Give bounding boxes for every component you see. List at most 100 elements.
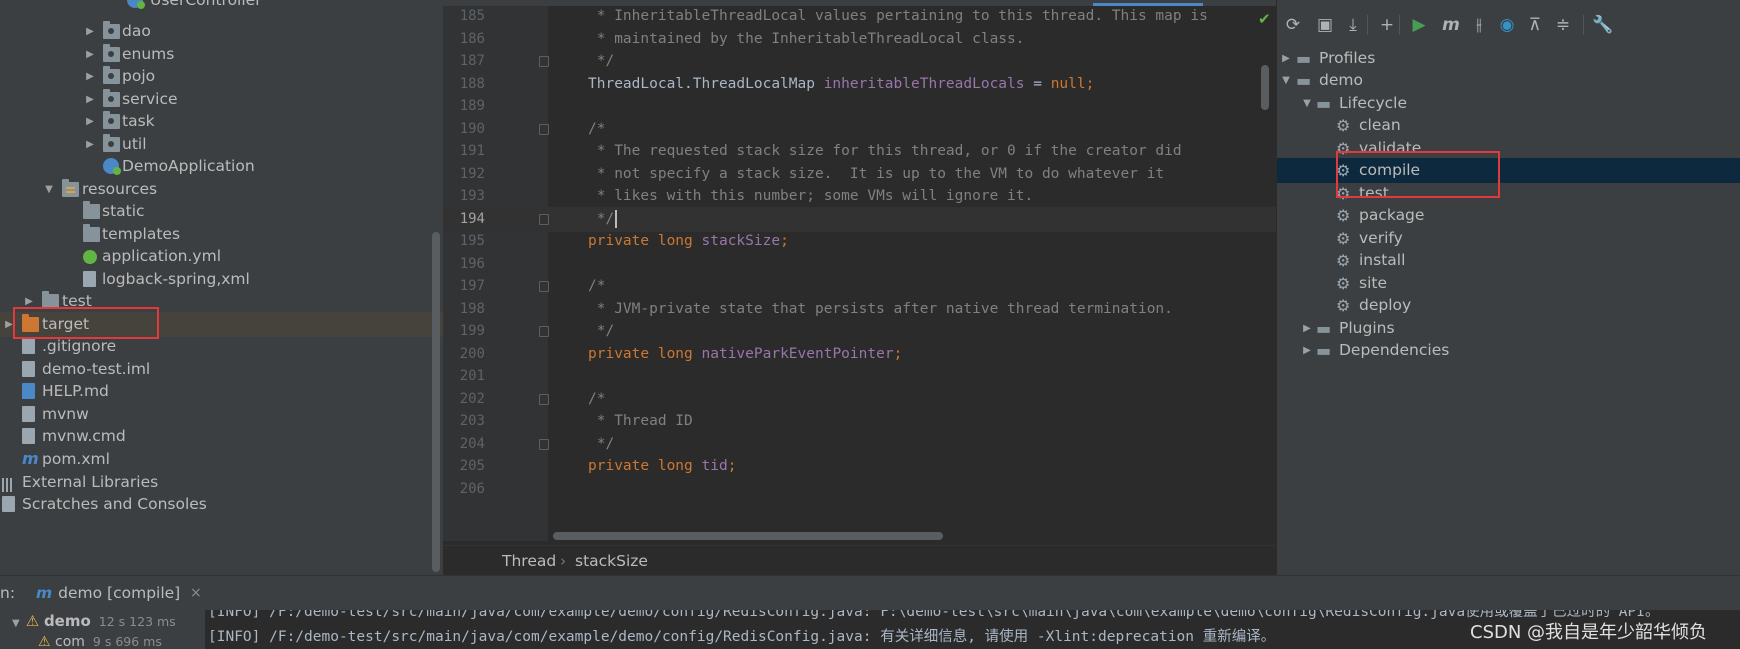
build-tree-child[interactable]: ⚠ com 9 s 696 ms [38, 634, 162, 649]
generate-sources-icon[interactable]: ▣ [1311, 10, 1339, 40]
code-line[interactable]: 186 * maintained by the InheritableThrea… [443, 27, 1276, 52]
tree-item-pojo[interactable]: ▶ pojo [0, 64, 443, 89]
project-scrollbar[interactable] [432, 232, 440, 572]
maven-item-demo[interactable]: ▼ ▬ demo [1277, 68, 1740, 93]
editor-vertical-scrollbar[interactable] [1261, 65, 1269, 110]
run-build-tree: ▼ ⚠ demo 12 s 123 ms ⚠ com 9 s 696 ms [0, 610, 205, 649]
project-panel: UserController ▶ dao ▶ enums ▶ pojo ▶ service ▶ ta… [0, 0, 443, 575]
line-number: 190 [459, 120, 485, 137]
code-line[interactable]: 190 /* [443, 117, 1276, 142]
code-line[interactable]: 194 */ [443, 206, 1276, 232]
fold-marker-icon[interactable] [539, 56, 549, 67]
tree-item-test[interactable]: ▶ test [0, 289, 443, 314]
tree-item-pom-xml[interactable]: m pom.xml [0, 447, 443, 472]
add-icon[interactable]: + [1373, 10, 1401, 40]
tree-item-mvnw-cmd[interactable]: mvnw.cmd [0, 424, 443, 449]
maven-item-compile[interactable]: ⚙ compile [1277, 158, 1740, 183]
show-dependencies-icon[interactable]: ⊼ [1521, 10, 1549, 40]
expand-arrow-icon[interactable]: ▶ [1301, 338, 1313, 363]
gear-icon: ⚙ [1336, 296, 1351, 315]
code-line[interactable]: 191 * The requested stack size for this … [443, 139, 1276, 164]
tree-item-dao[interactable]: ▶ dao [0, 19, 443, 44]
gear-icon: ⚙ [1336, 116, 1351, 135]
line-number: 193 [459, 188, 485, 204]
tree-item-label: Scratches and Consoles [22, 495, 207, 513]
editor-horizontal-scrollbar[interactable] [553, 532, 943, 540]
run-tab[interactable]: m demo [compile] [36, 576, 180, 610]
reload-icon[interactable]: ⟳ [1279, 10, 1307, 40]
code-line[interactable]: 204 */ [443, 432, 1276, 457]
maven-toolbar: ⟳ ▣ ⤓ + ▶ m ⫲ ◉ ⊼ ≑ 🔧 [1277, 10, 1740, 40]
code-line[interactable]: 187 */ [443, 49, 1276, 74]
tree-item-gitignore[interactable]: .gitignore [0, 334, 443, 359]
build-tree-root[interactable]: ▼ ⚠ demo 12 s 123 ms [12, 612, 176, 630]
tree-item-usercontroller[interactable]: UserController [0, 0, 443, 13]
code-line[interactable]: 189 [443, 94, 1276, 119]
breadcrumb-field[interactable]: stackSize [575, 546, 648, 575]
code-line[interactable]: 198 * JVM-private state that persists af… [443, 297, 1276, 322]
code-line[interactable]: 193 * likes with this number; some VMs w… [443, 184, 1276, 209]
code-line[interactable]: 192 * not specify a stack size. It is up… [443, 162, 1276, 187]
folder-icon [83, 224, 100, 242]
line-number: 186 [459, 30, 485, 47]
fold-marker-icon[interactable] [539, 213, 549, 225]
breadcrumb-class[interactable]: Thread [502, 546, 556, 575]
fold-marker-icon[interactable] [539, 438, 549, 450]
gear-icon: ⚙ [1336, 206, 1351, 225]
code-line[interactable]: 205 private long tid; [443, 454, 1276, 479]
maven-item-deploy[interactable]: ⚙ deploy [1277, 293, 1740, 318]
fold-marker-icon[interactable] [539, 393, 549, 405]
expand-arrow-icon[interactable]: ▶ [84, 109, 96, 134]
line-number: 185 [459, 8, 485, 24]
expand-arrow-icon[interactable]: ▼ [12, 618, 20, 629]
code-line[interactable]: 202 /* [443, 387, 1276, 412]
code-line[interactable]: 188 ThreadLocal.ThreadLocalMap inheritabl… [443, 72, 1276, 97]
download-icon[interactable]: ⤓ [1339, 10, 1367, 40]
settings-icon[interactable]: 🔧 [1589, 10, 1617, 40]
maven-item-package[interactable]: ⚙ package [1277, 203, 1740, 228]
code-line[interactable]: 196 [443, 252, 1276, 277]
fold-marker-icon[interactable] [539, 281, 549, 292]
tree-item-demoapplication[interactable]: DemoApplication [0, 154, 443, 179]
tree-item-application-yml[interactable]: application.yml [0, 244, 443, 269]
tree-item-help-md[interactable]: HELP.md [0, 379, 443, 404]
fold-marker-icon[interactable] [539, 123, 549, 135]
collapse-arrow-icon[interactable]: ▼ [1280, 68, 1292, 93]
package-icon [103, 21, 120, 39]
folder-icon [42, 291, 59, 309]
expand-arrow-icon[interactable]: ▶ [23, 289, 35, 314]
expand-arrow-icon[interactable]: ▶ [84, 64, 96, 89]
markdown-file-icon [22, 383, 35, 399]
fold-marker-icon[interactable] [539, 326, 549, 337]
spring-class-icon [103, 158, 121, 175]
file-icon [22, 338, 35, 354]
close-icon[interactable]: × [190, 576, 202, 610]
code-line[interactable]: 201 [443, 364, 1276, 389]
run-icon[interactable]: ▶ [1405, 10, 1433, 40]
code-line[interactable]: 197 /* [443, 274, 1276, 299]
maven-item-label: install [1359, 251, 1406, 269]
code-line[interactable]: 199 */ [443, 319, 1276, 344]
file-icon [22, 406, 35, 422]
skip-tests-icon[interactable]: ⫲ [1465, 10, 1493, 40]
execute-goal-icon[interactable]: m [1437, 10, 1465, 40]
offline-icon[interactable]: ◉ [1493, 10, 1521, 40]
tree-item-task[interactable]: ▶ task [0, 109, 443, 134]
maven-item-dependencies[interactable]: ▶ ▬ Dependencies [1277, 338, 1740, 363]
maven-item-install[interactable]: ⚙ install [1277, 248, 1740, 273]
code-line[interactable]: 203 * Thread ID [443, 409, 1276, 434]
run-tab-label: demo [compile] [58, 584, 181, 602]
gear-icon: ⚙ [1336, 251, 1351, 270]
warning-icon: ⚠ [38, 634, 51, 649]
maven-item-label: demo [1319, 71, 1363, 89]
code-line[interactable]: 206 [443, 477, 1276, 502]
maven-item-clean[interactable]: ⚙ clean [1277, 113, 1740, 138]
tree-item-scratches-and-consoles[interactable]: Scratches and Consoles [0, 492, 443, 517]
line-number: 204 [459, 435, 485, 452]
expand-arrow-icon[interactable]: ▶ [84, 19, 96, 44]
collapse-all-icon[interactable]: ≑ [1549, 10, 1577, 40]
code-line[interactable]: 185 * InheritableThreadLocal values pert… [443, 4, 1276, 29]
tree-item-static[interactable]: static [0, 199, 443, 224]
code-line[interactable]: 200 private long nativeParkEventPointer; [443, 342, 1276, 367]
code-line[interactable]: 195 private long stackSize; [443, 229, 1276, 254]
